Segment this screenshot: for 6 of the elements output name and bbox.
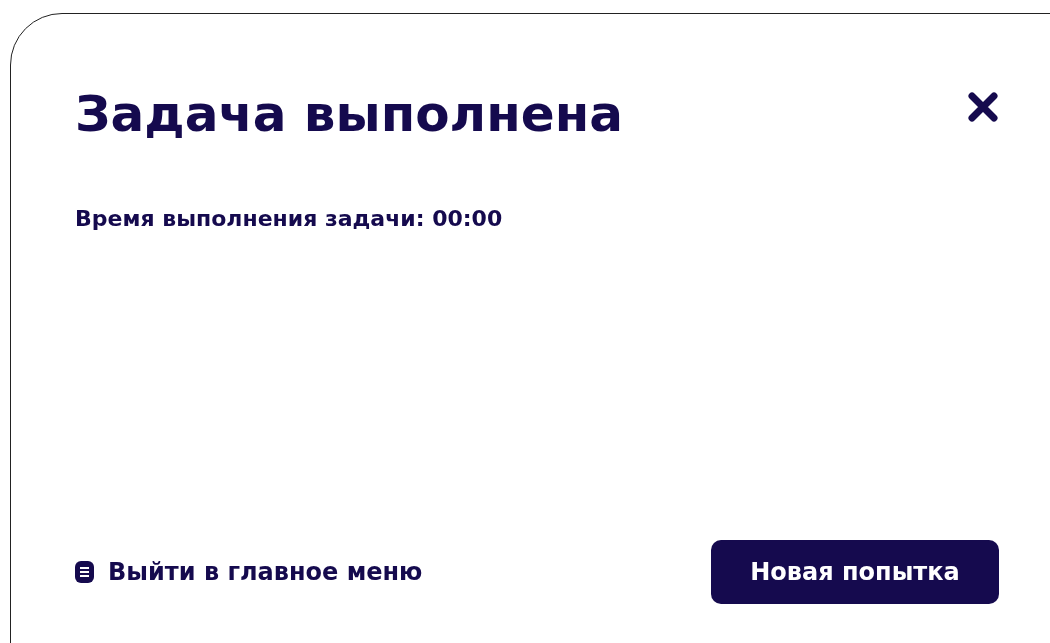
new-attempt-button[interactable]: Новая попытка	[711, 540, 999, 604]
close-button[interactable]	[966, 90, 1000, 124]
menu-icon	[75, 561, 94, 583]
dialog-title: Задача выполнена	[75, 84, 623, 144]
completion-time-text: Время выполнения задачи: 00:00	[75, 206, 504, 231]
main-menu-link[interactable]: Выйти в главное меню	[75, 558, 423, 586]
